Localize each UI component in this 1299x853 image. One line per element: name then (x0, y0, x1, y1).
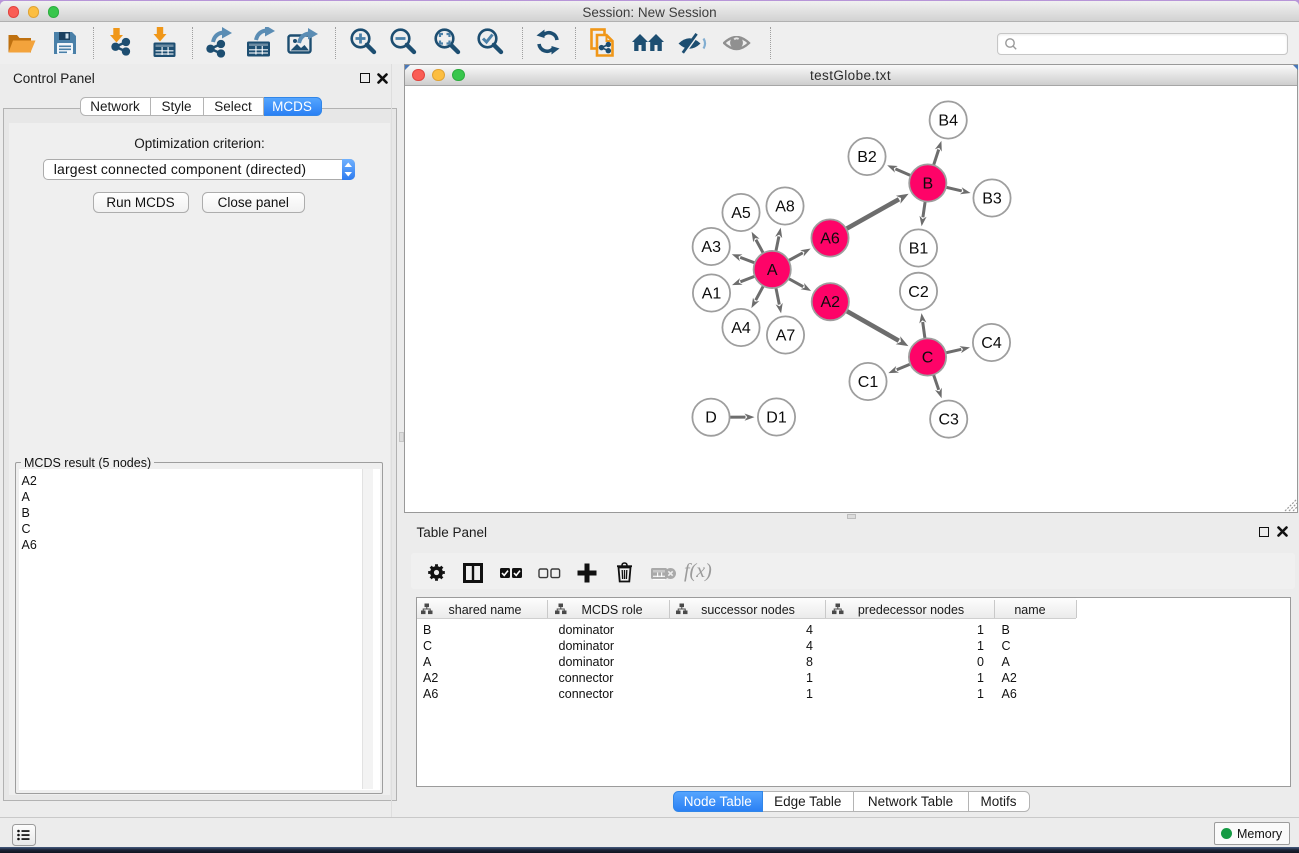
svg-text:B2: B2 (857, 149, 877, 166)
svg-text:C1: C1 (857, 374, 878, 391)
svg-text:C2: C2 (908, 283, 929, 300)
svg-text:B: B (922, 175, 933, 192)
svg-text:C3: C3 (938, 411, 959, 428)
svg-text:B4: B4 (938, 112, 958, 129)
svg-text:A1: A1 (701, 285, 721, 302)
svg-text:A7: A7 (775, 327, 795, 344)
svg-text:D1: D1 (766, 409, 787, 426)
svg-text:A: A (766, 262, 777, 279)
svg-text:A2: A2 (820, 294, 840, 311)
svg-text:A8: A8 (775, 198, 795, 215)
svg-text:C: C (921, 349, 933, 366)
svg-text:A5: A5 (731, 205, 751, 222)
svg-text:A4: A4 (731, 320, 751, 337)
svg-text:B1: B1 (908, 240, 928, 257)
svg-text:D: D (705, 409, 717, 426)
svg-text:A6: A6 (820, 230, 840, 247)
svg-text:B3: B3 (982, 190, 1002, 207)
svg-text:A3: A3 (701, 239, 721, 256)
svg-text:C4: C4 (981, 335, 1002, 352)
